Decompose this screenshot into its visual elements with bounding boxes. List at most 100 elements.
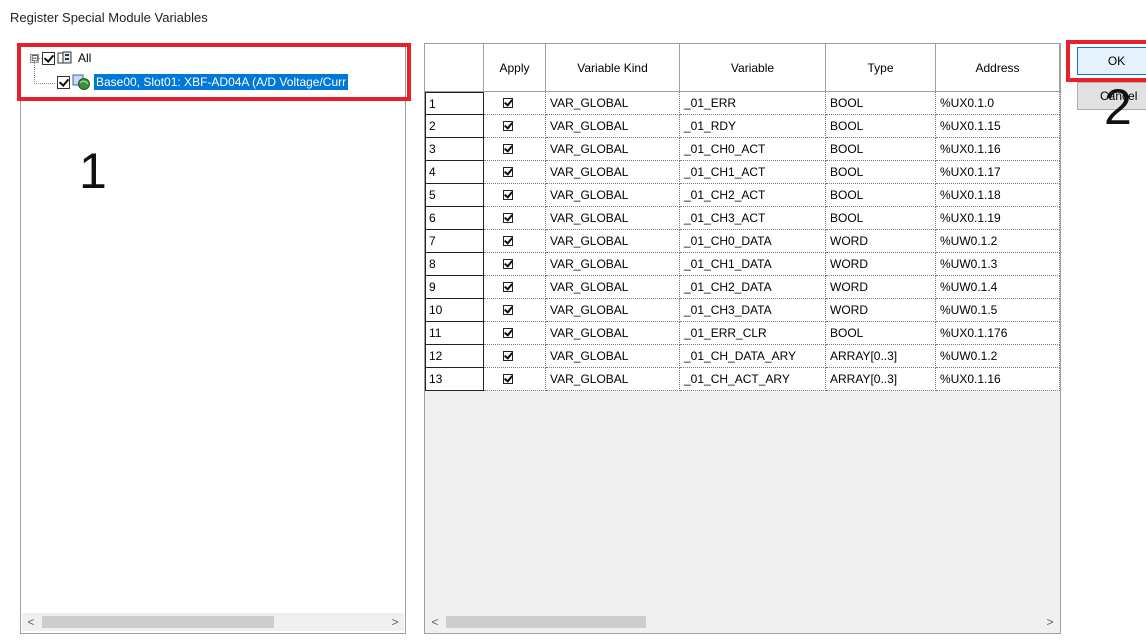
apply-cell[interactable] — [484, 368, 546, 391]
address-cell[interactable]: %UX0.1.0 — [936, 92, 1060, 115]
variable-cell[interactable]: _01_ERR — [680, 92, 826, 115]
type-cell[interactable]: ARRAY[0..3] — [826, 368, 936, 391]
apply-checkbox[interactable] — [502, 213, 513, 223]
apply-cell[interactable] — [484, 207, 546, 230]
column-header-type[interactable]: Type — [826, 44, 936, 92]
grid-horizontal-scrollbar[interactable]: < > — [426, 613, 1059, 631]
table-row[interactable]: 11 VAR_GLOBAL _01_ERR_CLR BOOL %UX0.1.176 — [425, 322, 1060, 345]
type-cell[interactable]: BOOL — [826, 115, 936, 138]
table-row[interactable]: 1 VAR_GLOBAL _01_ERR BOOL %UX0.1.0 — [425, 92, 1060, 115]
address-cell[interactable]: %UX0.1.16 — [936, 138, 1060, 161]
table-row[interactable]: 13 VAR_GLOBAL _01_CH_ACT_ARY ARRAY[0..3] %UX… — [425, 368, 1060, 391]
apply-cell[interactable] — [484, 92, 546, 115]
variable-kind-cell[interactable]: VAR_GLOBAL — [546, 299, 680, 322]
apply-cell[interactable] — [484, 253, 546, 276]
table-row[interactable]: 10 VAR_GLOBAL _01_CH3_DATA WORD %UW0.1.5 — [425, 299, 1060, 322]
apply-checkbox[interactable] — [502, 351, 513, 361]
type-cell[interactable]: BOOL — [826, 322, 936, 345]
address-cell[interactable]: %UX0.1.176 — [936, 322, 1060, 345]
table-row[interactable]: 2 VAR_GLOBAL _01_RDY BOOL %UX0.1.15 — [425, 115, 1060, 138]
apply-checkbox[interactable] — [502, 236, 513, 246]
variable-kind-cell[interactable]: VAR_GLOBAL — [546, 345, 680, 368]
address-cell[interactable]: %UW0.1.2 — [936, 230, 1060, 253]
column-header-variable[interactable]: Variable — [680, 44, 826, 92]
apply-checkbox[interactable] — [502, 282, 513, 292]
apply-checkbox[interactable] — [502, 121, 513, 131]
table-row[interactable]: 4 VAR_GLOBAL _01_CH1_ACT BOOL %UX0.1.17 — [425, 161, 1060, 184]
variable-kind-cell[interactable]: VAR_GLOBAL — [546, 184, 680, 207]
module-tree[interactable]: ⊟ All Base00, Slot01: XBF-AD04A (A/D Vol… — [20, 43, 406, 634]
variable-kind-cell[interactable]: VAR_GLOBAL — [546, 92, 680, 115]
apply-cell[interactable] — [484, 161, 546, 184]
table-row[interactable]: 12 VAR_GLOBAL _01_CH_DATA_ARY ARRAY[0..3] %U… — [425, 345, 1060, 368]
type-cell[interactable]: ARRAY[0..3] — [826, 345, 936, 368]
address-cell[interactable]: %UX0.1.15 — [936, 115, 1060, 138]
variable-cell[interactable]: _01_ERR_CLR — [680, 322, 826, 345]
apply-cell[interactable] — [484, 138, 546, 161]
variable-kind-cell[interactable]: VAR_GLOBAL — [546, 138, 680, 161]
apply-cell[interactable] — [484, 115, 546, 138]
scroll-left-icon[interactable]: < — [426, 613, 444, 631]
apply-checkbox[interactable] — [502, 167, 513, 177]
apply-checkbox[interactable] — [502, 305, 513, 315]
type-cell[interactable]: WORD — [826, 299, 936, 322]
address-cell[interactable]: %UX0.1.18 — [936, 184, 1060, 207]
scroll-left-icon[interactable]: < — [22, 613, 40, 631]
variable-cell[interactable]: _01_CH2_ACT — [680, 184, 826, 207]
scroll-right-icon[interactable]: > — [386, 613, 404, 631]
tree-horizontal-scrollbar[interactable]: < > — [22, 613, 404, 631]
table-row[interactable]: 6 VAR_GLOBAL _01_CH3_ACT BOOL %UX0.1.19 — [425, 207, 1060, 230]
type-cell[interactable]: WORD — [826, 230, 936, 253]
table-row[interactable]: 5 VAR_GLOBAL _01_CH2_ACT BOOL %UX0.1.18 — [425, 184, 1060, 207]
type-cell[interactable]: BOOL — [826, 92, 936, 115]
variable-kind-cell[interactable]: VAR_GLOBAL — [546, 276, 680, 299]
apply-checkbox[interactable] — [502, 144, 513, 154]
type-cell[interactable]: BOOL — [826, 138, 936, 161]
variable-kind-cell[interactable]: VAR_GLOBAL — [546, 207, 680, 230]
type-cell[interactable]: BOOL — [826, 161, 936, 184]
apply-cell[interactable] — [484, 276, 546, 299]
address-cell[interactable]: %UX0.1.19 — [936, 207, 1060, 230]
variable-cell[interactable]: _01_RDY — [680, 115, 826, 138]
column-header-variable-kind[interactable]: Variable Kind — [546, 44, 680, 92]
type-cell[interactable]: WORD — [826, 253, 936, 276]
variable-cell[interactable]: _01_CH_DATA_ARY — [680, 345, 826, 368]
variable-cell[interactable]: _01_CH0_DATA — [680, 230, 826, 253]
type-cell[interactable]: BOOL — [826, 184, 936, 207]
column-header-apply[interactable]: Apply — [484, 44, 546, 92]
variable-cell[interactable]: _01_CH3_DATA — [680, 299, 826, 322]
table-row[interactable]: 9 VAR_GLOBAL _01_CH2_DATA WORD %UW0.1.4 — [425, 276, 1060, 299]
variable-cell[interactable]: _01_CH1_ACT — [680, 161, 826, 184]
scroll-thumb[interactable] — [42, 616, 274, 628]
variable-cell[interactable]: _01_CH3_ACT — [680, 207, 826, 230]
apply-cell[interactable] — [484, 345, 546, 368]
apply-cell[interactable] — [484, 322, 546, 345]
scroll-thumb[interactable] — [446, 616, 646, 628]
apply-cell[interactable] — [484, 230, 546, 253]
address-cell[interactable]: %UX0.1.16 — [936, 368, 1060, 391]
variable-kind-cell[interactable]: VAR_GLOBAL — [546, 253, 680, 276]
variable-kind-cell[interactable]: VAR_GLOBAL — [546, 161, 680, 184]
variable-kind-cell[interactable]: VAR_GLOBAL — [546, 230, 680, 253]
apply-checkbox[interactable] — [502, 98, 513, 108]
type-cell[interactable]: WORD — [826, 276, 936, 299]
variable-cell[interactable]: _01_CH2_DATA — [680, 276, 826, 299]
variable-kind-cell[interactable]: VAR_GLOBAL — [546, 368, 680, 391]
apply-cell[interactable] — [484, 184, 546, 207]
address-cell[interactable]: %UW0.1.2 — [936, 345, 1060, 368]
address-cell[interactable]: %UW0.1.5 — [936, 299, 1060, 322]
address-cell[interactable]: %UW0.1.4 — [936, 276, 1060, 299]
variable-kind-cell[interactable]: VAR_GLOBAL — [546, 115, 680, 138]
table-row[interactable]: 8 VAR_GLOBAL _01_CH1_DATA WORD %UW0.1.3 — [425, 253, 1060, 276]
variable-cell[interactable]: _01_CH1_DATA — [680, 253, 826, 276]
table-row[interactable]: 7 VAR_GLOBAL _01_CH0_DATA WORD %UW0.1.2 — [425, 230, 1060, 253]
address-cell[interactable]: %UW0.1.3 — [936, 253, 1060, 276]
scroll-right-icon[interactable]: > — [1041, 613, 1059, 631]
variables-grid[interactable]: Apply Variable Kind Variable Type Addres… — [424, 43, 1061, 634]
apply-checkbox[interactable] — [502, 328, 513, 338]
apply-checkbox[interactable] — [502, 374, 513, 384]
table-row[interactable]: 3 VAR_GLOBAL _01_CH0_ACT BOOL %UX0.1.16 — [425, 138, 1060, 161]
variable-cell[interactable]: _01_CH_ACT_ARY — [680, 368, 826, 391]
apply-cell[interactable] — [484, 299, 546, 322]
address-cell[interactable]: %UX0.1.17 — [936, 161, 1060, 184]
